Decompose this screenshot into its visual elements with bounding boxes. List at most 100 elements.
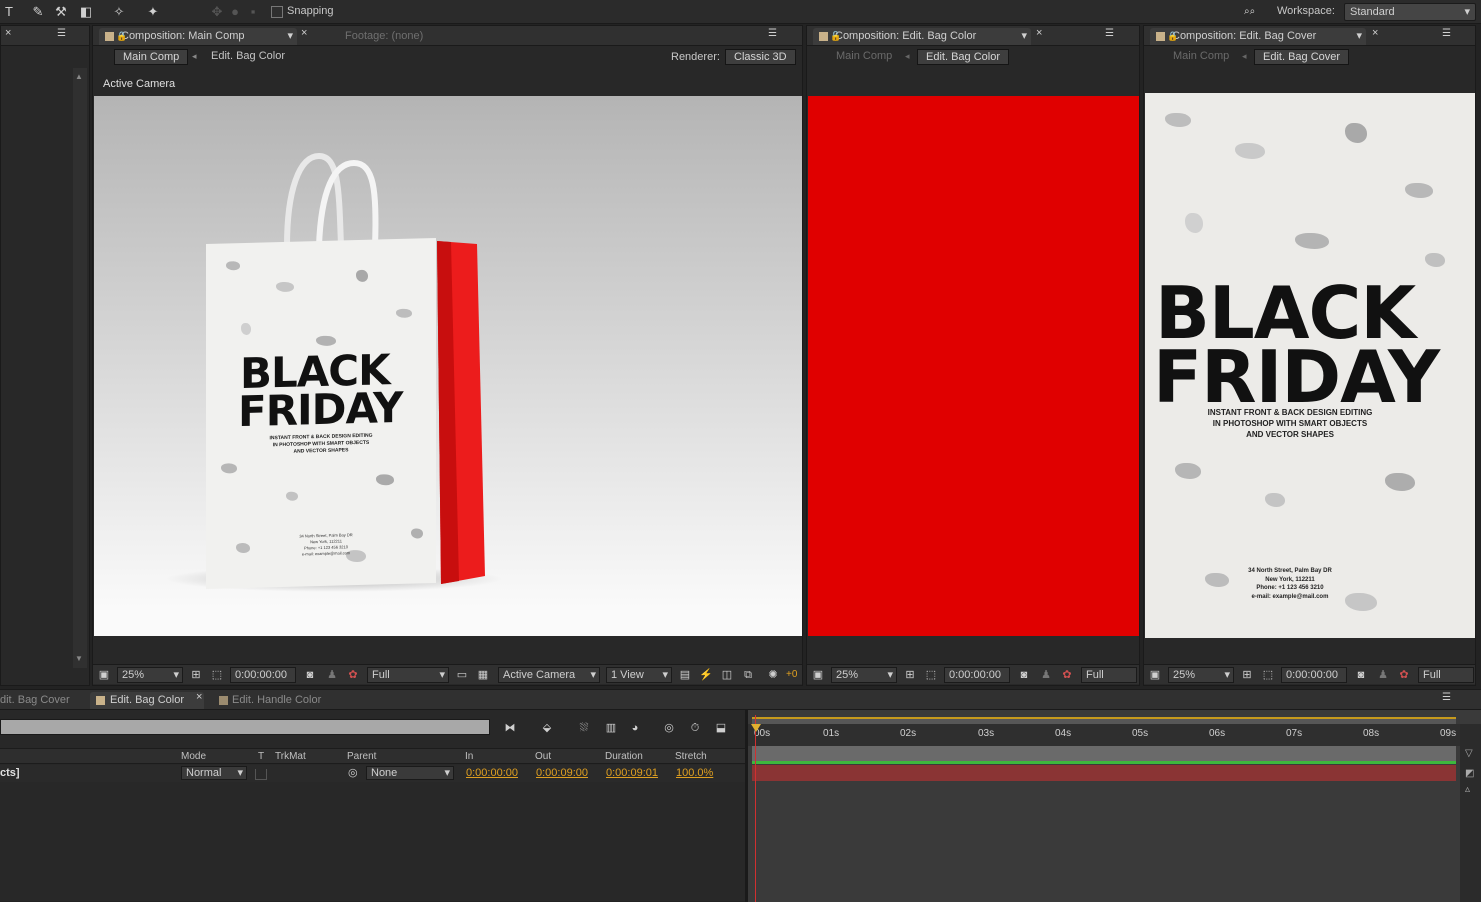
chevron-down-icon[interactable]: ▾ — [1356, 28, 1362, 45]
safe-margins-icon[interactable]: ⊞ — [1240, 668, 1254, 682]
bag-color-viewer[interactable] — [808, 96, 1139, 636]
region-of-interest-icon[interactable]: ▭ — [455, 668, 469, 682]
timecode-button[interactable]: 0:00:00:00 — [944, 667, 1010, 683]
pickwhip-icon[interactable]: ◎ — [348, 766, 358, 779]
type-tool-icon[interactable]: T — [0, 3, 18, 21]
tab-edit-bag-cover[interactable]: 🔒 Composition: Edit. Bag Cover ▾ — [1150, 28, 1366, 45]
panel-menu-icon[interactable]: ☰ — [1105, 28, 1114, 39]
stretch-value[interactable]: 100.0% — [676, 767, 713, 779]
scroll-down-icon[interactable]: ▼ — [75, 654, 83, 663]
crumb-main-comp[interactable]: Main Comp — [828, 49, 900, 65]
tab-footage[interactable]: Footage: (none) — [339, 28, 429, 45]
resolution-dropdown[interactable]: Full — [1418, 667, 1474, 683]
channels-icon[interactable]: ✿ — [1397, 668, 1411, 682]
timeline-icon[interactable]: ◫ — [720, 668, 734, 682]
pixel-aspect-icon[interactable]: ▤ — [678, 668, 692, 682]
auto-keyframe-icon[interactable]: ⏱ — [688, 721, 702, 735]
lock-icon[interactable]: 🔒 — [116, 28, 127, 45]
close-icon[interactable]: × — [1036, 27, 1042, 39]
safe-margins-icon[interactable]: ⊞ — [903, 668, 917, 682]
in-value[interactable]: 0:00:00:00 — [466, 767, 518, 779]
mode-dropdown[interactable]: Normal ▾ — [181, 766, 247, 780]
mask-visibility-icon[interactable]: ⬚ — [1261, 668, 1275, 682]
graph-editor-icon[interactable]: ⬓ — [714, 721, 728, 735]
eraser-tool-icon[interactable]: ◧ — [77, 3, 95, 21]
lock-icon[interactable]: 🔒 — [1167, 28, 1178, 45]
current-time-indicator[interactable] — [755, 715, 756, 902]
zoom-dropdown[interactable]: 25% ▾ — [117, 667, 183, 683]
motion-blur-icon[interactable]: ◕ — [628, 721, 642, 735]
bag-cover-viewer[interactable]: BLACK FRIDAY INSTANT FRONT & BACK DESIGN… — [1145, 93, 1475, 638]
tab-edit-bag-color[interactable]: 🔓 Composition: Edit. Bag Color ▾ — [813, 28, 1031, 45]
close-icon[interactable]: × — [196, 691, 202, 703]
trkmat-toggle[interactable] — [255, 769, 267, 780]
crumb-edit-bag-color[interactable]: Edit. Bag Color — [203, 49, 293, 65]
crumb-edit-bag-cover[interactable]: Edit. Bag Cover — [1254, 49, 1350, 65]
main-viewer[interactable]: BLACK FRIDAY INSTANT FRONT & BACK DESIGN… — [94, 96, 802, 636]
channels-icon[interactable]: ✿ — [346, 668, 360, 682]
camera-dropdown[interactable]: Active Camera ▾ — [498, 667, 600, 683]
zoom-dropdown[interactable]: 25% ▾ — [831, 667, 897, 683]
clone-stamp-tool-icon[interactable]: ⚒ — [52, 3, 70, 21]
panel-menu-icon[interactable]: ☰ — [57, 28, 66, 39]
exposure-icon[interactable]: ✺ — [766, 668, 780, 682]
roto-brush-tool-icon[interactable]: ✧ — [110, 3, 128, 21]
close-icon[interactable]: × — [1372, 27, 1378, 39]
always-preview-icon[interactable]: ▣ — [97, 668, 111, 682]
tab-edit-bag-color[interactable]: Edit. Bag Color — [90, 692, 204, 709]
puppet-pin-tool-icon[interactable]: ✦ — [144, 3, 162, 21]
lock-icon[interactable]: 🔓 — [830, 28, 841, 45]
camera-snapshot-icon[interactable]: ◙ — [303, 668, 317, 682]
scrollbar[interactable] — [73, 68, 87, 668]
frame-blending-icon[interactable]: ▥ — [604, 721, 618, 735]
brainstorm-icon[interactable]: ◎ — [662, 721, 676, 735]
tab-edit-handle-color[interactable]: Edit. Handle Color — [214, 692, 327, 709]
mask-visibility-icon[interactable]: ⬚ — [210, 668, 224, 682]
table-row[interactable]: cts] Normal ▾ ◎ None ▾ 0:00:00:00 0:00:09:… — [0, 765, 746, 782]
search-help-icon[interactable]: ⌕⌕ — [1244, 6, 1266, 18]
crumb-main-comp[interactable]: Main Comp — [114, 49, 189, 65]
panel-divider[interactable] — [745, 710, 747, 902]
brush-tool-icon[interactable]: ✎ — [29, 3, 47, 21]
scroll-up-icon[interactable]: ▲ — [75, 72, 83, 81]
flowchart-icon[interactable]: ⧉ — [741, 668, 755, 682]
time-ruler[interactable]: 00s 01s 02s 03s 04s 05s 06s 07s 08s 09s — [748, 724, 1460, 746]
draft-3d-icon[interactable]: ⬙ — [540, 721, 554, 735]
out-value[interactable]: 0:00:09:00 — [536, 767, 588, 779]
snapping-checkbox[interactable] — [271, 6, 283, 18]
always-preview-icon[interactable]: ▣ — [811, 668, 825, 682]
resolution-dropdown[interactable]: Full ▾ — [367, 667, 449, 683]
transparency-grid-icon[interactable]: ▦ — [476, 668, 490, 682]
show-snapshot-icon[interactable]: ♟ — [1039, 668, 1053, 682]
safe-margins-icon[interactable]: ⊞ — [189, 668, 203, 682]
panel-menu-icon[interactable]: ☰ — [1442, 692, 1451, 703]
fast-previews-icon[interactable]: ⚡ — [699, 668, 713, 682]
camera-snapshot-icon[interactable]: ◙ — [1354, 668, 1368, 682]
panel-menu-icon[interactable]: ☰ — [768, 28, 777, 39]
workspace-dropdown[interactable]: Standard ▾ — [1344, 3, 1476, 21]
layer-name[interactable]: cts] — [0, 767, 20, 779]
timecode-button[interactable]: 0:00:00:00 — [1281, 667, 1347, 683]
exposure-value[interactable]: +0 — [786, 669, 797, 680]
expand-icon[interactable]: ▵ — [1465, 784, 1470, 795]
views-dropdown[interactable]: 1 View ▾ — [606, 667, 672, 683]
duration-value[interactable]: 0:00:09:01 — [606, 767, 658, 779]
zoom-dropdown[interactable]: 25% ▾ — [1168, 667, 1234, 683]
layer-duration-bar[interactable] — [752, 765, 1456, 781]
renderer-button[interactable]: Classic 3D — [725, 49, 796, 65]
time-graph[interactable]: 00s 01s 02s 03s 04s 05s 06s 07s 08s 09s … — [747, 710, 1481, 902]
crumb-edit-bag-color[interactable]: Edit. Bag Color — [917, 49, 1009, 65]
tab-edit-bag-cover[interactable]: dit. Bag Cover — [0, 692, 76, 709]
comp-button-icon[interactable]: ◩ — [1465, 768, 1474, 779]
zoom-slider-track[interactable]: ▽ ◩ ▵ — [1460, 724, 1481, 902]
panel-menu-icon[interactable]: ☰ — [1442, 28, 1451, 39]
zoom-in-icon[interactable]: ▽ — [1465, 748, 1473, 759]
channels-icon[interactable]: ✿ — [1060, 668, 1074, 682]
work-area-bar[interactable] — [752, 717, 1456, 724]
chevron-down-icon[interactable]: ▾ — [287, 28, 293, 45]
show-snapshot-icon[interactable]: ♟ — [325, 668, 339, 682]
comp-mini-flowchart-icon[interactable]: ⧓ — [503, 721, 517, 735]
tab-main-comp[interactable]: 🔒 Composition: Main Comp ▾ — [99, 28, 297, 45]
resolution-dropdown[interactable]: Full — [1081, 667, 1137, 683]
timecode-button[interactable]: 0:00:00:00 — [230, 667, 296, 683]
